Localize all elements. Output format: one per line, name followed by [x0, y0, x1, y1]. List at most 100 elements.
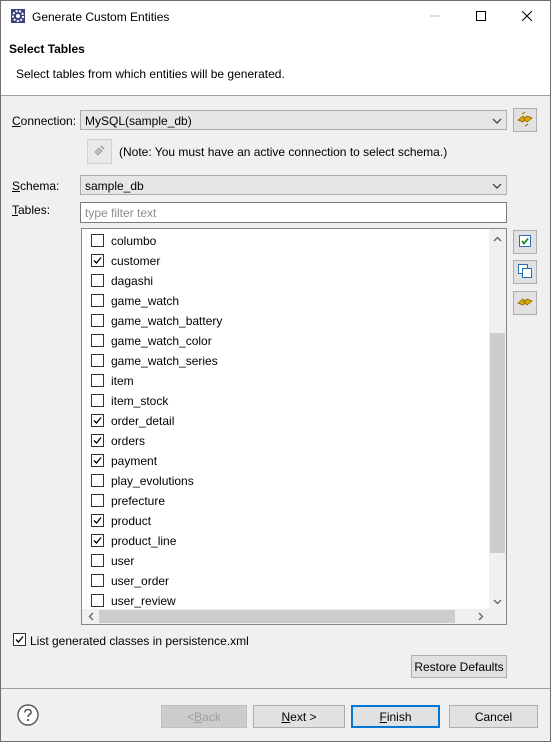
finish-button[interactable]: Finish [351, 705, 440, 728]
table-row[interactable]: game_watch [82, 290, 490, 310]
next-button[interactable]: Next > [253, 705, 345, 728]
refresh-button[interactable] [513, 291, 537, 315]
table-row[interactable]: user_review [82, 590, 490, 610]
table-name: user_review [111, 594, 176, 608]
scroll-left-button[interactable] [82, 609, 99, 624]
table-row[interactable]: product_line [82, 530, 490, 550]
connect-icon [516, 110, 534, 131]
table-checkbox[interactable] [91, 434, 104, 447]
back-button[interactable]: < Back [161, 705, 247, 728]
table-name: game_watch [111, 294, 180, 308]
table-row[interactable]: product [82, 510, 490, 530]
minimize-button[interactable] [412, 1, 458, 32]
maximize-icon [476, 10, 486, 24]
table-checkbox[interactable] [91, 274, 104, 287]
table-row[interactable]: game_watch_series [82, 350, 490, 370]
table-checkbox[interactable] [91, 514, 104, 527]
table-checkbox[interactable] [91, 254, 104, 267]
scroll-right-button[interactable] [472, 609, 489, 624]
table-row[interactable]: dagashi [82, 270, 490, 290]
select-all-button[interactable] [513, 230, 537, 254]
table-name: order_detail [111, 414, 175, 428]
tables-list[interactable]: columbo customer dagashi game_watch game_wat… [81, 228, 507, 625]
table-row[interactable]: orders [82, 430, 490, 450]
table-checkbox[interactable] [91, 474, 104, 487]
chevron-up-icon [493, 231, 502, 245]
table-checkbox[interactable] [91, 534, 104, 547]
table-row[interactable]: payment [82, 450, 490, 470]
cancel-button[interactable]: Cancel [449, 705, 538, 728]
connect-button[interactable] [513, 108, 537, 132]
schema-combo[interactable]: sample_db [80, 175, 507, 195]
table-checkbox[interactable] [91, 394, 104, 407]
table-checkbox[interactable] [91, 374, 104, 387]
table-row[interactable]: columbo [82, 230, 490, 250]
tables-label: Tables: [12, 203, 51, 217]
maximize-button[interactable] [458, 1, 504, 32]
scroll-up-button[interactable] [489, 229, 506, 246]
scroll-down-button[interactable] [489, 592, 506, 609]
window-title: Generate Custom Entities [32, 10, 170, 24]
table-checkbox[interactable] [91, 354, 104, 367]
restore-defaults-button[interactable]: Restore Defaults [411, 655, 507, 678]
table-row[interactable]: game_watch_battery [82, 310, 490, 330]
table-checkbox[interactable] [91, 494, 104, 507]
select-all-icon [517, 233, 533, 252]
help-icon[interactable] [16, 703, 40, 727]
table-checkbox[interactable] [91, 554, 104, 567]
horizontal-scroll-thumb[interactable] [99, 610, 455, 623]
table-name: user [111, 554, 135, 568]
refresh-icon [516, 293, 534, 314]
connection-combo[interactable]: MySQL(sample_db) [80, 110, 507, 130]
table-name: product_line [111, 534, 177, 548]
table-checkbox[interactable] [91, 574, 104, 587]
table-filter-input[interactable] [80, 202, 507, 223]
horizontal-scrollbar[interactable] [82, 609, 489, 624]
page-title: Select Tables [9, 42, 85, 56]
table-row[interactable]: customer [82, 250, 490, 270]
table-row[interactable]: item_stock [82, 390, 490, 410]
wizard-header: Select Tables Select tables from which e… [1, 32, 550, 96]
persistence-checkbox[interactable] [13, 633, 26, 646]
chevron-down-icon [492, 115, 502, 129]
table-name: game_watch_color [111, 334, 212, 348]
eclipse-gear-icon [10, 8, 26, 24]
table-row[interactable]: user_order [82, 570, 490, 590]
table-name: product [111, 514, 152, 528]
page-description: Select tables from which entities will b… [16, 67, 285, 81]
reconnect-button[interactable] [87, 139, 112, 164]
table-name: prefecture [111, 494, 166, 508]
table-row[interactable]: order_detail [82, 410, 490, 430]
table-row[interactable]: item [82, 370, 490, 390]
schema-label: Schema: [12, 179, 60, 193]
close-button[interactable] [504, 1, 550, 32]
table-row[interactable]: game_watch_color [82, 330, 490, 350]
reconnect-icon [92, 142, 108, 161]
vertical-scroll-thumb[interactable] [490, 333, 505, 553]
table-row[interactable]: user [82, 550, 490, 570]
dialog-window: Generate Custom Entities Select Tables S… [0, 0, 551, 742]
table-row[interactable]: play_evolutions [82, 470, 490, 490]
table-name: game_watch_battery [111, 314, 223, 328]
table-checkbox[interactable] [91, 454, 104, 467]
table-name: payment [111, 454, 158, 468]
table-name: orders [111, 434, 146, 448]
table-name: item_stock [111, 394, 169, 408]
minimize-icon [430, 10, 440, 24]
deselect-all-icon [517, 263, 533, 282]
table-row[interactable]: prefecture [82, 490, 490, 510]
connection-value: MySQL(sample_db) [85, 114, 192, 128]
table-name: item [111, 374, 134, 388]
scroll-corner [489, 609, 506, 624]
footer-separator [1, 688, 550, 689]
deselect-all-button[interactable] [513, 260, 537, 284]
table-checkbox[interactable] [91, 294, 104, 307]
table-checkbox[interactable] [91, 594, 104, 607]
chevron-right-icon [478, 610, 484, 624]
vertical-scrollbar[interactable] [489, 229, 506, 609]
title-bar[interactable]: Generate Custom Entities [1, 1, 550, 32]
table-checkbox[interactable] [91, 314, 104, 327]
table-checkbox[interactable] [91, 334, 104, 347]
table-checkbox[interactable] [91, 234, 104, 247]
table-checkbox[interactable] [91, 414, 104, 427]
